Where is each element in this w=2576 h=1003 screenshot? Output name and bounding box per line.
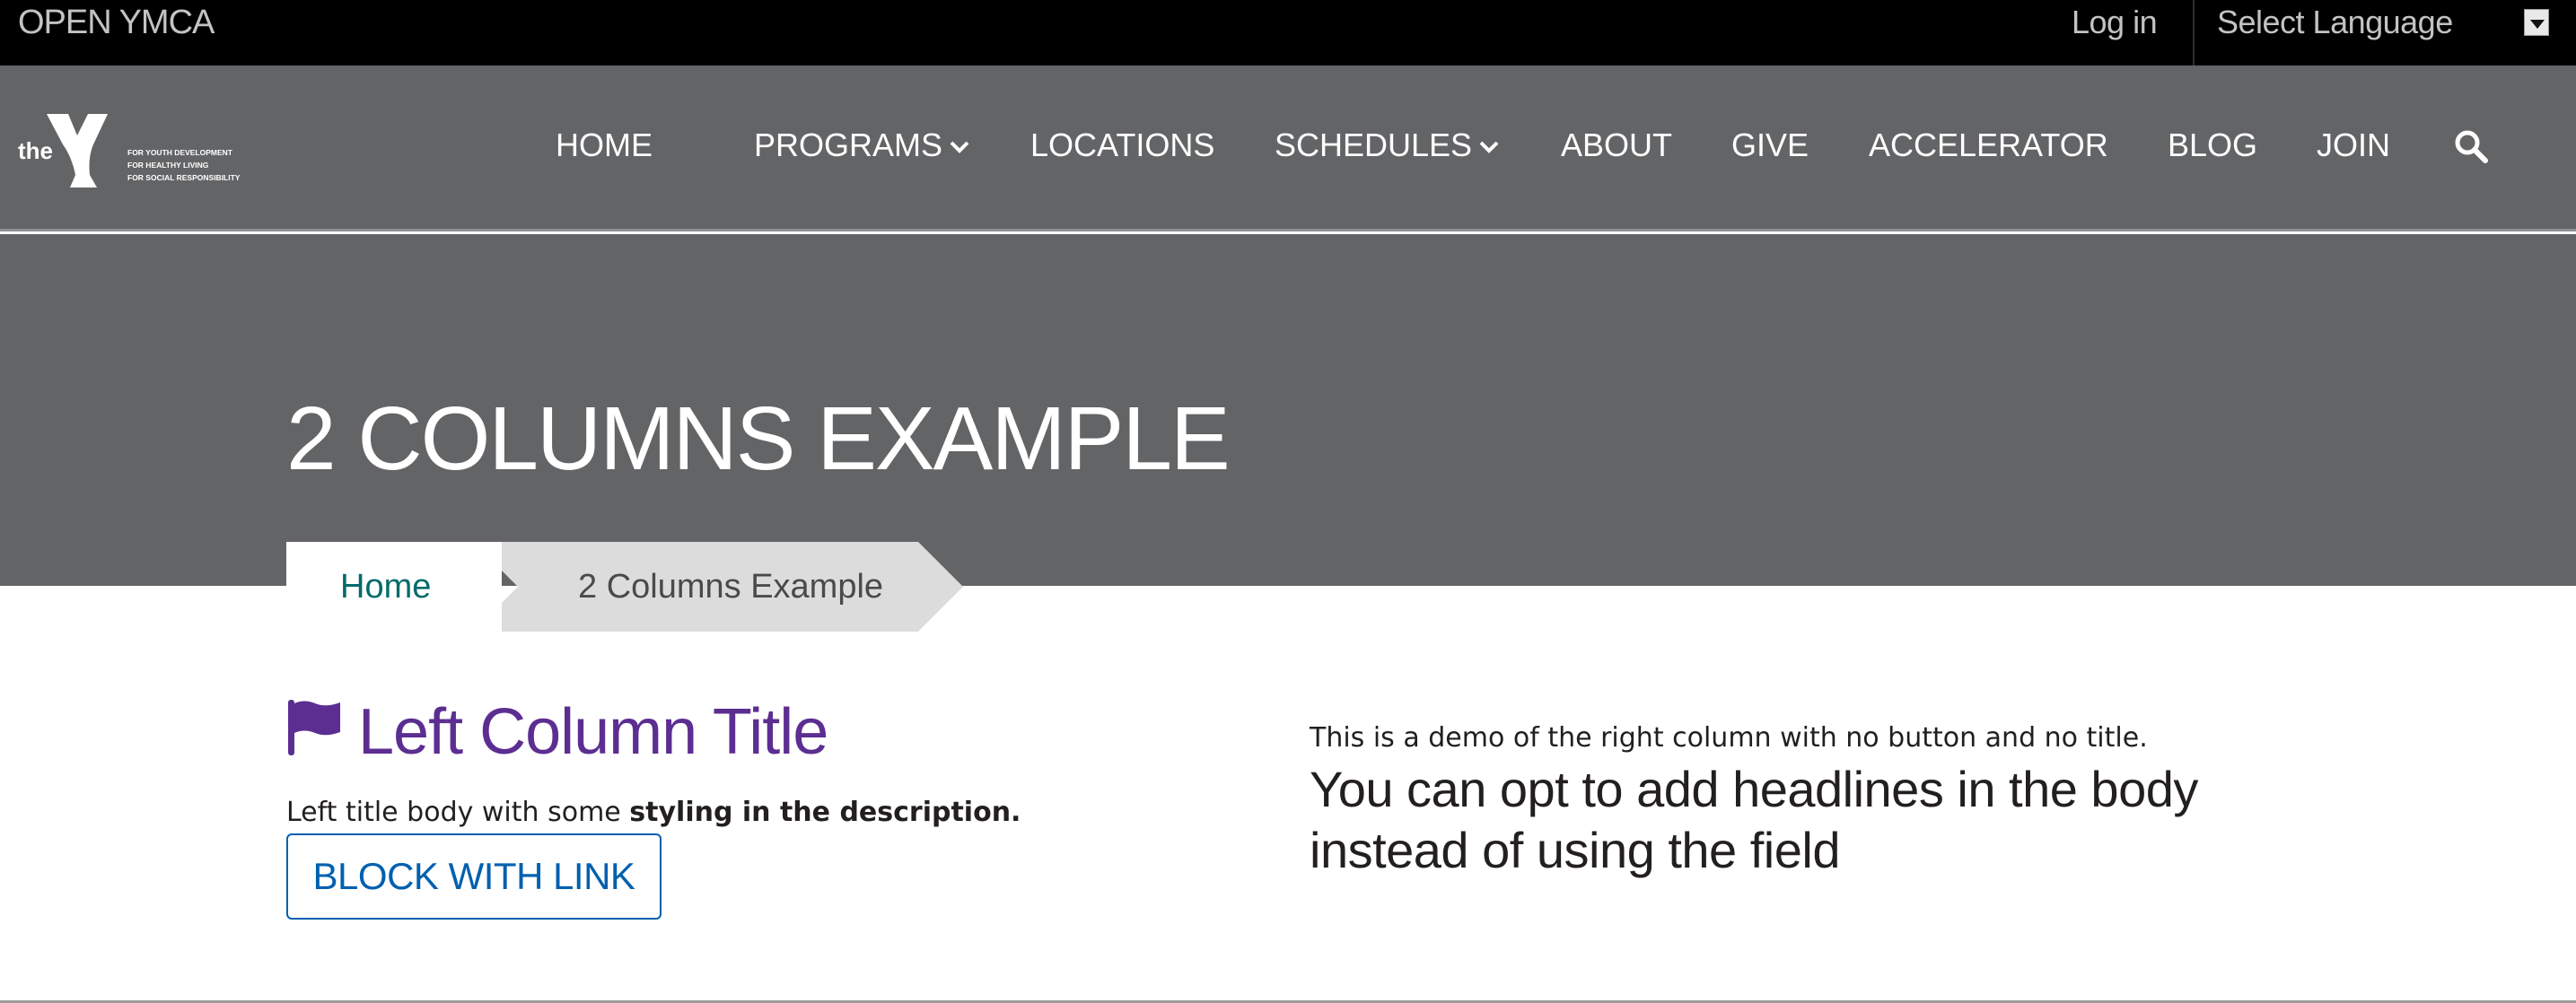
dropdown-arrow-icon bbox=[2524, 9, 2549, 36]
left-column-body: Left title body with some styling in the… bbox=[286, 797, 1021, 828]
nav-programs[interactable]: PROGRAMS bbox=[754, 65, 969, 225]
nav-about-label: ABOUT bbox=[1561, 126, 1673, 163]
nav-blog[interactable]: BLOG bbox=[2168, 65, 2257, 225]
nav-join[interactable]: JOIN bbox=[2317, 65, 2390, 225]
site-name: OPEN YMCA bbox=[18, 4, 215, 41]
login-link[interactable]: Log in bbox=[2072, 0, 2158, 45]
logo-tagline-1: FOR YOUTH DEVELOPMENT bbox=[127, 148, 233, 157]
left-column-heading: Left Column Title bbox=[358, 696, 828, 768]
logo-tagline-2: FOR HEALTHY LIVING bbox=[127, 161, 209, 170]
block-link-button[interactable]: BLOCK WITH LINK bbox=[286, 833, 662, 920]
right-column: This is a demo of the right column with … bbox=[1310, 718, 2297, 881]
chevron-down-icon bbox=[1479, 142, 1499, 154]
ymca-logo[interactable]: the FOR YOUTH DEVELOPMENT FOR HEALTHY LI… bbox=[18, 105, 260, 195]
nav-locations-label: LOCATIONS bbox=[1030, 126, 1215, 163]
nav-home[interactable]: HOME bbox=[556, 65, 653, 225]
main-navbar: the FOR YOUTH DEVELOPMENT FOR HEALTHY LI… bbox=[0, 65, 2576, 231]
logo-tagline-3: FOR SOCIAL RESPONSIBILITY bbox=[127, 173, 241, 182]
nav-schedules[interactable]: SCHEDULES bbox=[1275, 65, 1499, 225]
nav-locations[interactable]: LOCATIONS bbox=[1030, 65, 1214, 225]
page-banner: 2 COLUMNS EXAMPLE bbox=[0, 234, 2576, 586]
left-column-body-bold: styling in the description. bbox=[629, 797, 1021, 828]
nav-programs-label: PROGRAMS bbox=[754, 126, 943, 163]
nav-schedules-label: SCHEDULES bbox=[1275, 126, 1473, 163]
page-title: 2 COLUMNS EXAMPLE bbox=[286, 388, 1231, 489]
breadcrumb-home-label[interactable]: Home bbox=[340, 542, 431, 632]
nav-join-label: JOIN bbox=[2317, 126, 2391, 163]
breadcrumb-current-label: 2 Columns Example bbox=[578, 568, 884, 606]
nav-about[interactable]: ABOUT bbox=[1561, 65, 1672, 225]
nav-accelerator[interactable]: ACCELERATOR bbox=[1869, 65, 2108, 225]
nav-home-label: HOME bbox=[556, 126, 653, 163]
divider bbox=[2193, 0, 2195, 65]
search-icon[interactable] bbox=[2453, 128, 2489, 164]
breadcrumb-current: 2 Columns Example bbox=[473, 542, 963, 632]
nav-give-label: GIVE bbox=[1731, 126, 1809, 163]
nav-give[interactable]: GIVE bbox=[1731, 65, 1809, 225]
breadcrumb-home[interactable]: Home bbox=[286, 542, 502, 632]
top-utility-bar: OPEN YMCA Log in Select Language bbox=[0, 0, 2576, 65]
right-column-headline: You can opt to add headlines in the body… bbox=[1310, 761, 2198, 878]
left-column-body-text: Left title body with some bbox=[286, 797, 630, 828]
language-select-label: Select Language bbox=[2217, 4, 2453, 40]
right-column-intro: This is a demo of the right column with … bbox=[1310, 722, 2148, 754]
nav-blog-label: BLOG bbox=[2168, 126, 2258, 163]
flag-icon bbox=[288, 700, 340, 755]
language-select[interactable]: Select Language bbox=[2195, 0, 2554, 65]
logo-word: the bbox=[18, 137, 53, 164]
chevron-down-icon bbox=[950, 142, 969, 154]
nav-accelerator-label: ACCELERATOR bbox=[1869, 126, 2108, 163]
